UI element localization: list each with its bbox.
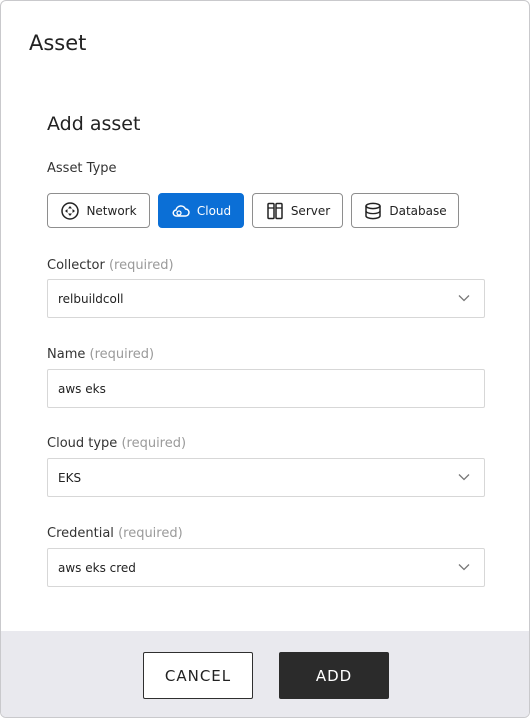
network-icon	[60, 201, 80, 221]
cloud-type-value: EKS	[58, 470, 82, 485]
collector-value: relbuildcoll	[58, 291, 124, 306]
dialog-footer: CANCEL ADD	[1, 631, 529, 717]
asset-type-cloud-button[interactable]: Cloud	[158, 193, 244, 228]
add-button[interactable]: ADD	[279, 652, 389, 699]
asset-type-server-label: Server	[290, 203, 331, 218]
section-title: Add asset	[47, 113, 141, 135]
asset-type-database-button[interactable]: Database	[351, 193, 459, 228]
chevron-down-icon	[458, 471, 470, 483]
collector-label: Collector (required)	[47, 258, 174, 273]
name-input[interactable]: aws eks	[47, 369, 485, 408]
credential-label: Credential (required)	[47, 526, 183, 541]
dialog-title: Asset	[29, 31, 87, 55]
asset-type-network-button[interactable]: Network	[47, 193, 150, 228]
name-label: Name (required)	[47, 347, 155, 362]
required-hint: (required)	[118, 526, 183, 541]
asset-type-cloud-label: Cloud	[196, 203, 232, 218]
database-icon	[363, 201, 383, 221]
required-hint: (required)	[108, 258, 174, 273]
asset-type-network-label: Network	[86, 203, 137, 218]
credential-value: aws eks cred	[58, 560, 136, 575]
required-hint: (required)	[121, 436, 187, 451]
cloud-icon	[171, 201, 191, 221]
required-hint: (required)	[89, 347, 155, 362]
credential-select[interactable]: aws eks cred	[47, 548, 485, 587]
asset-type-database-label: Database	[389, 203, 447, 218]
asset-type-server-button[interactable]: Server	[252, 193, 343, 228]
collector-select[interactable]: relbuildcoll	[47, 279, 485, 318]
chevron-down-icon	[458, 561, 470, 573]
server-icon	[265, 201, 285, 221]
chevron-down-icon	[458, 292, 470, 304]
cancel-button[interactable]: CANCEL	[143, 652, 253, 699]
asset-type-label: Asset Type	[47, 161, 117, 176]
cloud-type-label: Cloud type (required)	[47, 436, 187, 451]
cloud-type-select[interactable]: EKS	[47, 458, 485, 497]
add-asset-dialog: Asset Add asset Asset Type Network Cloud…	[0, 0, 530, 718]
name-value: aws eks	[58, 381, 106, 396]
